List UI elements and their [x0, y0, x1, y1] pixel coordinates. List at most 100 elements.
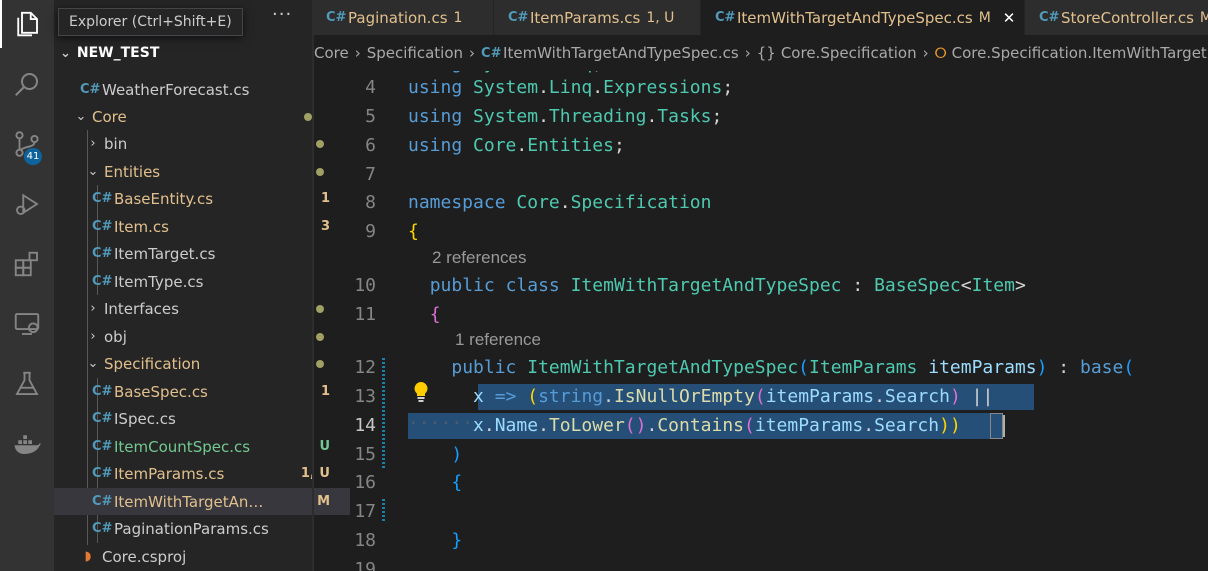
breadcrumb-class[interactable]: Core.Specification.ItemWithTarget...: [952, 44, 1208, 62]
csharp-file-icon: C#: [92, 384, 113, 399]
breadcrumb-file[interactable]: ItemWithTargetAndTypeSpec.cs: [503, 44, 739, 62]
modified-dot-icon: [304, 112, 312, 121]
file-item-ispec[interactable]: C# ISpec.cs: [54, 405, 350, 432]
code-lens-reference[interactable]: 1 reference: [455, 330, 541, 350]
code-line-12: public ItemWithTargetAndTypeSpec(ItemPar…: [451, 357, 1135, 378]
csharp-file-icon: C#: [92, 466, 113, 481]
extensions-icon[interactable]: [0, 240, 54, 288]
chevron-down-icon: ⌄: [75, 109, 87, 124]
chevron-right-icon: ›: [90, 136, 96, 151]
line-number: 4: [365, 77, 376, 98]
code-line-15: ): [451, 444, 463, 465]
explorer-tooltip: Explorer (Ctrl+Shift+E): [58, 8, 243, 36]
csharp-file-icon: C#: [92, 246, 113, 261]
folder-item-entities[interactable]: ⌄ Entities: [54, 158, 344, 185]
csharp-file-icon: C#: [92, 439, 113, 454]
line-number: 7: [365, 164, 376, 185]
csharp-file-icon: C#: [481, 45, 502, 61]
chevron-right-icon: ›: [90, 301, 96, 316]
csharp-file-icon: C#: [508, 10, 529, 25]
folder-item-interfaces[interactable]: › Interfaces: [54, 295, 344, 322]
folder-item-core[interactable]: ⌄ Core: [54, 103, 332, 130]
run-debug-icon[interactable]: [0, 180, 54, 228]
file-item-itemtype[interactable]: C# ItemType.cs: [54, 268, 350, 295]
csharp-file-icon: C#: [92, 494, 113, 509]
line-number: 16: [354, 472, 376, 493]
workspace-folder-name: NEW_TEST: [76, 45, 160, 61]
chevron-right-icon: ›: [354, 44, 361, 62]
file-item-itemwithtargetandtypespec[interactable]: C# ItemWithTargetAnd... M: [54, 488, 350, 515]
tab-itemparams[interactable]: C# ItemParams.cs 1, U: [494, 0, 701, 35]
code-line-5: using System.Threading.Tasks;: [408, 106, 723, 127]
line-number: 6: [365, 135, 376, 156]
code-line-13: x => (string.IsNullOrEmpty(itemParams.Se…: [473, 386, 994, 407]
line-number: 5: [365, 106, 376, 127]
code-line-8: namespace Core.Specification: [408, 192, 712, 213]
breadcrumb-core[interactable]: Core: [314, 44, 349, 62]
line-number-current: 14: [354, 415, 376, 436]
csharp-file-icon: C#: [92, 191, 113, 206]
gutter-modified-marker: [382, 358, 385, 468]
csharp-file-icon: C#: [92, 521, 113, 536]
folder-item-specification[interactable]: ⌄ Specification: [54, 350, 344, 377]
file-item-itemparams[interactable]: C# ItemParams.cs 1, U: [54, 460, 350, 487]
file-item-basespec[interactable]: C# BaseSpec.cs 1: [54, 378, 350, 405]
code-line-9: {: [408, 221, 419, 242]
file-item-baseentity[interactable]: C# BaseEntity.cs 1: [54, 185, 350, 212]
bracket-match-highlight: [990, 413, 1003, 439]
code-lens-references[interactable]: 2 references: [432, 248, 527, 268]
gutter-modified-marker: [382, 499, 385, 523]
class-icon: ⭘: [934, 44, 947, 62]
file-item-core-csproj[interactable]: ◗ Core.csproj: [54, 543, 338, 570]
line-number: 15: [354, 444, 376, 465]
file-item-itemtarget[interactable]: C# ItemTarget.cs: [54, 240, 350, 267]
csharp-file-icon: C#: [92, 411, 113, 426]
explorer-sidebar: ··· ⌄ NEW_TEST C# WeatherForecast.cs ⌄ C…: [54, 0, 350, 571]
search-icon[interactable]: [0, 60, 54, 108]
chevron-right-icon: ›: [744, 44, 751, 62]
file-item-item[interactable]: C# Item.cs 3: [54, 213, 350, 240]
tab-pagination[interactable]: C# Pagination.cs 1: [312, 0, 494, 35]
line-number: 9: [365, 221, 376, 242]
code-line-10: public class ItemWithTargetAndTypeSpec :…: [429, 275, 1026, 296]
chevron-right-icon: ›: [90, 329, 96, 344]
line-number: 17: [354, 501, 376, 522]
docker-icon[interactable]: [0, 420, 54, 468]
csharp-file-icon: C#: [92, 274, 113, 289]
active-indicator: [0, 0, 2, 48]
code-editor[interactable]: using System.Linq; 4 5 6 7 8 9 10 11 12 …: [314, 71, 1208, 571]
line-number: 10: [354, 275, 376, 296]
remote-explorer-icon[interactable]: [0, 300, 54, 348]
code-line-14: x.Name.ToLower().Contains(itemParams.Sea…: [473, 415, 961, 436]
code-line-16: {: [451, 472, 463, 493]
more-actions-icon[interactable]: ···: [272, 4, 292, 25]
code-line-11: {: [429, 304, 441, 325]
editor-tabs: C# Pagination.cs 1 C# ItemParams.cs 1, U…: [312, 0, 1208, 35]
tab-itemwithtargetandtypespec[interactable]: C# ItemWithTargetAndTypeSpec.cs M ✕: [701, 0, 1025, 35]
folder-item-bin[interactable]: › bin: [54, 130, 344, 157]
code-line-4: using System.Linq.Expressions;: [408, 77, 734, 98]
csharp-file-icon: C#: [1039, 10, 1060, 25]
source-control-icon[interactable]: 41: [0, 120, 54, 168]
csharp-file-icon: C#: [715, 10, 736, 25]
file-item-weatherforecast[interactable]: C# WeatherForecast.cs: [54, 76, 338, 103]
folder-item-obj[interactable]: › obj: [54, 323, 344, 350]
breadcrumb: Core › Specification › C# ItemWithTarget…: [314, 35, 1208, 71]
explorer-icon[interactable]: [0, 0, 54, 48]
tab-storecontroller[interactable]: C# StoreController.cs M: [1025, 0, 1208, 35]
csharp-file-icon: C#: [92, 219, 113, 234]
chevron-right-icon: ›: [469, 44, 476, 62]
file-item-paginationparams[interactable]: C# PaginationParams.cs: [54, 515, 350, 542]
line-number: 12: [354, 357, 376, 378]
list-item-hidden: [54, 62, 312, 70]
chevron-right-icon: ›: [922, 44, 929, 62]
file-item-itemcountspec[interactable]: C# ItemCountSpec.cs U: [54, 433, 350, 460]
namespace-icon: {}: [756, 44, 776, 62]
rss-file-icon: ◗: [84, 549, 92, 564]
breadcrumb-namespace[interactable]: Core.Specification: [781, 44, 917, 62]
breadcrumb-specification[interactable]: Specification: [367, 44, 463, 62]
close-icon[interactable]: ✕: [1003, 9, 1016, 27]
code-line-3-partial: using System.Linq;: [408, 71, 603, 74]
csharp-file-icon: C#: [326, 10, 347, 25]
testing-flask-icon[interactable]: [0, 360, 54, 408]
